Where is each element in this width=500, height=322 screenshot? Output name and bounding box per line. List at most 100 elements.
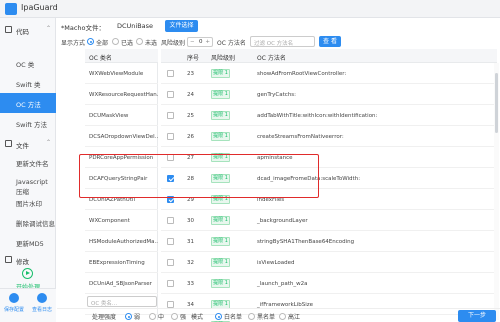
method-name: stringBySHA1ThenBase64Encoding (257, 239, 355, 245)
method-name: createStreamsFromNativeerror: (257, 134, 344, 140)
row-seq: 32 (187, 260, 194, 266)
radio-strong[interactable] (171, 313, 178, 320)
oc-class-header: OC 类名 (85, 49, 158, 63)
row-checkbox[interactable] (167, 112, 174, 119)
row-seq: 23 (187, 71, 194, 77)
risk-level-label: 风险级别 (161, 40, 186, 47)
row-checkbox[interactable] (167, 259, 174, 266)
row-checkbox[interactable] (167, 238, 174, 245)
method-name: _launch_path_w2a (257, 281, 308, 287)
sidebar-item-js-compress[interactable]: Javascript 压缩 (0, 172, 56, 196)
method-name-label: OC 方法名 (217, 40, 246, 47)
save-config-button[interactable]: 保存配置 (0, 293, 28, 321)
query-button[interactable]: 查 看 (319, 36, 341, 47)
radio-weak[interactable] (125, 313, 132, 320)
method-name: isViewLoaded (257, 260, 295, 266)
sidebar: 代码 ⌃ OC 类 Swift 类 OC 方法 Swift 方法 文件 ⌃ 更新… (0, 18, 56, 322)
table-row[interactable]: 26 提限 1 createStreamsFromNativeerror: (161, 126, 497, 147)
highlight-box (79, 154, 319, 198)
macho-label: *Macho文件： (61, 24, 106, 32)
file-select-button[interactable]: 文件选择 (165, 20, 198, 32)
save-icon (9, 293, 19, 303)
sidebar-item-image-watermark[interactable]: 图片水印 (0, 192, 56, 212)
table-header: 序号 风险级别 OC 方法名 (161, 49, 497, 63)
method-filter-input[interactable]: 过滤 OC 方法名 (250, 36, 315, 47)
eye-icon (37, 293, 47, 303)
radio-unselected[interactable] (136, 38, 143, 45)
risk-badge: 提限 1 (211, 258, 230, 267)
row-checkbox[interactable] (167, 133, 174, 140)
row-checkbox[interactable] (167, 280, 174, 287)
table-row[interactable]: 23 提限 1 showAdFromRootViewController: (161, 63, 497, 84)
strength-label: 处理强度 (92, 314, 117, 321)
radio-all[interactable] (87, 38, 94, 45)
class-list-item[interactable]: HSModuleAuthorizedMa... (85, 231, 158, 252)
table-row[interactable]: 32 提限 1 isViewLoaded (161, 252, 497, 273)
row-checkbox[interactable] (167, 217, 174, 224)
table-row[interactable]: 31 提限 1 stringBySHA1ThenBase64Encoding (161, 231, 497, 252)
filter-bar: 显示方式 全部 已选 未选 风险级别 − 0 + OC 方法名 过滤 OC 方法… (57, 35, 500, 49)
radio-whitelist[interactable] (215, 313, 222, 320)
app-title: IpaGuard (21, 3, 58, 12)
risk-badge: 提限 1 (211, 69, 230, 78)
method-name: _backgroundLayer (257, 218, 308, 224)
play-icon (22, 268, 33, 279)
radio-advanced[interactable] (279, 313, 286, 320)
class-list-item[interactable]: DCSAOropdownViewDel... (85, 126, 158, 147)
sidebar-bottom-bar: 保存配置 查看日志 (0, 288, 56, 322)
method-name: showAdFromRootViewController: (257, 71, 347, 77)
sidebar-section-code[interactable]: 代码 ⌃ (0, 20, 56, 40)
class-list-item[interactable]: WXWebViewModule (85, 63, 158, 84)
radio-medium[interactable] (149, 313, 156, 320)
class-list-item[interactable]: WXResourceRequestHan... (85, 84, 158, 105)
sidebar-section-file[interactable]: 文件 ⌃ (0, 134, 56, 154)
next-step-button[interactable]: 下一步 (458, 310, 496, 322)
code-icon (5, 26, 12, 33)
sidebar-item-swift-method[interactable]: Swift 方法 (0, 113, 56, 133)
class-list-item[interactable]: WXComponent (85, 210, 158, 231)
risk-badge: 提限 1 (211, 216, 230, 225)
chevron-up-icon: ⌃ (45, 139, 51, 146)
sidebar-item-update-md5[interactable]: 更新MD5 (0, 232, 56, 252)
sidebar-item-oc-class[interactable]: OC 类 (0, 53, 56, 73)
view-log-button[interactable]: 查看日志 (28, 293, 56, 321)
row-checkbox[interactable] (167, 301, 174, 308)
row-checkbox[interactable] (167, 91, 174, 98)
class-filter-input[interactable]: OC 类名... (87, 296, 157, 307)
risk-badge: 提限 1 (211, 90, 230, 99)
display-mode-label: 显示方式 (61, 40, 86, 47)
risk-badge: 提限 1 (211, 132, 230, 141)
sidebar-item-swift-class[interactable]: Swift 类 (0, 73, 56, 93)
risk-level-stepper[interactable]: − 0 + (187, 37, 213, 47)
mode-label: 模式 (191, 314, 204, 321)
sidebar-item-rename-files[interactable]: 更新文件名 (0, 152, 56, 172)
radio-blacklist[interactable] (248, 313, 255, 320)
table-row[interactable]: 33 提限 1 _launch_path_w2a (161, 273, 497, 294)
title-bar: IpaGuard (0, 0, 500, 18)
risk-badge: 提限 1 (211, 111, 230, 120)
macho-toolbar: *Macho文件： DCUniBase 文件选择 (57, 18, 500, 34)
app-window: IpaGuard 代码 ⌃ OC 类 Swift 类 OC 方法 Swift 方… (0, 0, 500, 322)
table-scrollbar[interactable] (494, 63, 499, 320)
risk-badge: 提限 1 (211, 279, 230, 288)
radio-selected[interactable] (112, 38, 119, 45)
class-list-item[interactable]: EBExpressionTiming (85, 252, 158, 273)
class-list-item[interactable]: DCUMaskView (85, 105, 158, 126)
class-list-item[interactable]: DCUniAd_SBJsonParser (85, 273, 158, 294)
table-row[interactable]: 30 提限 1 _backgroundLayer (161, 210, 497, 231)
app-logo-icon (5, 3, 17, 15)
row-seq: 26 (187, 134, 194, 140)
table-row[interactable]: 25 提限 1 addTabWithTitle:withIcon:withIdent… (161, 105, 497, 126)
macho-value: DCUniBase (117, 22, 154, 30)
row-seq: 24 (187, 92, 194, 98)
sidebar-item-oc-method[interactable]: OC 方法 (0, 93, 56, 113)
row-seq: 31 (187, 239, 194, 245)
risk-badge: 提限 1 (211, 237, 230, 246)
scroll-thumb[interactable] (495, 73, 498, 133)
method-name: genTryCatchs: (257, 92, 297, 98)
row-checkbox[interactable] (167, 70, 174, 77)
method-name: addTabWithTitle:withIcon:withIdentificat… (257, 113, 378, 119)
sidebar-item-strip-debug[interactable]: 删除调试信息 (0, 212, 56, 232)
chevron-up-icon: ⌃ (45, 25, 51, 32)
table-row[interactable]: 24 提限 1 genTryCatchs: (161, 84, 497, 105)
